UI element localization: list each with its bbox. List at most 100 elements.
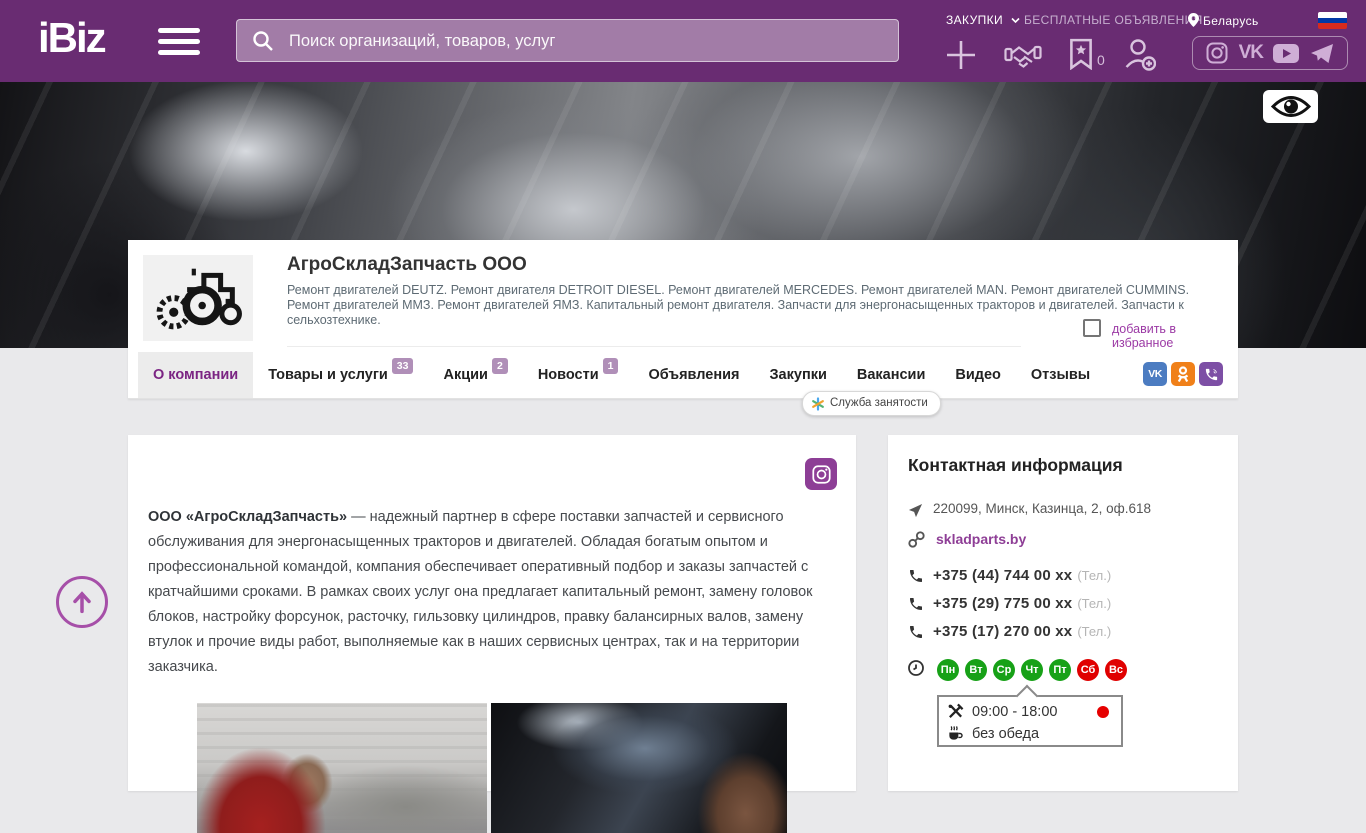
day-tue[interactable]: Вт bbox=[965, 659, 987, 681]
favorite-checkbox[interactable] bbox=[1083, 319, 1101, 337]
gallery-photo-mechanic-red[interactable] bbox=[197, 703, 487, 833]
viber-icon[interactable] bbox=[1199, 362, 1223, 386]
about-body: — надежный партнер в сфере поставки запч… bbox=[148, 509, 813, 675]
company-logo bbox=[143, 255, 253, 341]
tab-badge: 33 bbox=[391, 358, 414, 374]
purchases-label: ЗАКУПКИ bbox=[946, 13, 1004, 27]
tab-video[interactable]: Видео bbox=[940, 352, 1016, 398]
tab-label: Объявления bbox=[648, 367, 740, 383]
tab-label: Вакансии bbox=[856, 367, 926, 383]
tab-promotions[interactable]: Акции 2 bbox=[428, 352, 522, 398]
language-flag-russia[interactable] bbox=[1318, 12, 1347, 29]
search-input[interactable] bbox=[287, 20, 886, 63]
visibility-eye-icon[interactable] bbox=[1263, 90, 1318, 123]
phone-icon bbox=[910, 570, 922, 582]
divider bbox=[287, 346, 1021, 347]
location-pin-icon bbox=[1188, 13, 1199, 27]
contact-card: Контактная информация 220099, Минск, Каз… bbox=[888, 435, 1238, 791]
gallery bbox=[128, 703, 856, 833]
employment-service-icon bbox=[812, 397, 824, 411]
company-social-links: VK bbox=[1143, 362, 1223, 386]
phone-icon bbox=[910, 626, 922, 638]
clock-icon bbox=[908, 660, 924, 676]
user-add-icon[interactable] bbox=[1124, 38, 1157, 76]
instagram-icon[interactable] bbox=[1206, 42, 1228, 64]
handshake-icon[interactable] bbox=[1004, 40, 1042, 75]
address-arrow-icon bbox=[908, 503, 923, 518]
about-section: ООО «АгроСкладЗапчасть» — надежный партн… bbox=[128, 435, 856, 833]
favorites-count: 0 bbox=[1097, 52, 1105, 68]
hours-row: 09:00 - 18:00 bbox=[947, 703, 1057, 720]
employment-service-tooltip: Служба занятости bbox=[802, 391, 941, 416]
tab-label: О компании bbox=[153, 367, 239, 383]
tab-label: Акции bbox=[443, 367, 488, 383]
tab-label: Новости bbox=[537, 367, 599, 383]
instagram-icon[interactable] bbox=[805, 458, 837, 490]
odnoklassniki-icon[interactable] bbox=[1171, 362, 1195, 386]
tooltip-label: Служба занятости bbox=[830, 397, 928, 409]
tab-badge: 2 bbox=[491, 358, 508, 374]
company-tabs: О компании Товары и услуги 33 Акции 2 Ново… bbox=[128, 352, 1238, 399]
lunch-row: без обеда bbox=[947, 725, 1039, 742]
country-label: Беларусь bbox=[1203, 14, 1259, 28]
about-lead: ООО «АгроСкладЗапчасть» bbox=[148, 509, 348, 525]
company-header-card: АгроСкладЗапчасть ООО Ремонт двигателей … bbox=[128, 240, 1238, 399]
phone-row: +375 (17) 270 00 xx (Тел.) bbox=[933, 623, 1111, 641]
day-sun[interactable]: Вс bbox=[1105, 659, 1127, 681]
day-thu[interactable]: Чт bbox=[1021, 659, 1043, 681]
tab-label: Видео bbox=[955, 367, 1001, 383]
scroll-top-button[interactable] bbox=[56, 576, 108, 628]
arrow-up-icon bbox=[73, 591, 91, 614]
day-wed[interactable]: Ср bbox=[993, 659, 1015, 681]
free-ads-link[interactable]: БЕСПЛАТНЫЕ ОБЪЯВЛЕНИЯ bbox=[1024, 13, 1203, 27]
phone-number[interactable]: +375 (17) 270 00 xx bbox=[933, 623, 1072, 640]
phone-row: +375 (29) 775 00 xx (Тел.) bbox=[933, 595, 1111, 613]
day-fri[interactable]: Пт bbox=[1049, 659, 1071, 681]
contact-title: Контактная информация bbox=[908, 455, 1123, 475]
tab-news[interactable]: Новости 1 bbox=[523, 352, 634, 398]
website-link[interactable]: skladparts.by bbox=[936, 531, 1026, 547]
tab-label: Товары и услуги bbox=[268, 367, 388, 383]
phone-icon bbox=[910, 598, 922, 610]
tab-reviews[interactable]: Отзывы bbox=[1016, 352, 1105, 398]
about-text: ООО «АгроСкладЗапчасть» — надежный партн… bbox=[148, 505, 840, 680]
schedule-popover: 09:00 - 18:00 без обеда bbox=[937, 684, 1123, 747]
tab-label: Отзывы bbox=[1030, 367, 1091, 383]
tools-icon bbox=[948, 703, 964, 718]
phone-type: (Тел.) bbox=[1077, 596, 1112, 611]
tab-about[interactable]: О компании bbox=[138, 352, 254, 398]
tab-badge: 1 bbox=[602, 358, 619, 374]
address-text: 220099, Минск, Казинца, 2, оф.618 bbox=[933, 501, 1151, 516]
day-mon[interactable]: Пн bbox=[937, 659, 959, 681]
site-logo[interactable]: iBiz bbox=[38, 14, 107, 62]
phone-row: +375 (44) 744 00 xx (Тел.) bbox=[933, 567, 1111, 585]
tab-products[interactable]: Товары и услуги 33 bbox=[253, 352, 428, 398]
favorites-bookmark-icon[interactable] bbox=[1068, 38, 1094, 75]
top-header: iBiz ЗАКУПКИ БЕСПЛАТНЫЕ ОБЪЯВЛЕНИЯ Белар… bbox=[0, 0, 1366, 82]
phone-type: (Тел.) bbox=[1077, 624, 1112, 639]
country-selector[interactable]: Беларусь bbox=[1188, 13, 1259, 28]
hours-text: 09:00 - 18:00 bbox=[972, 703, 1058, 720]
coffee-icon bbox=[949, 726, 963, 740]
youtube-icon[interactable] bbox=[1273, 43, 1300, 63]
work-days: Пн Вт Ср Чт Пт Сб Вс bbox=[937, 659, 1127, 681]
header-social-links: VK bbox=[1192, 36, 1348, 70]
phone-type: (Тел.) bbox=[1077, 568, 1112, 583]
tractor-gear-icon bbox=[156, 268, 242, 330]
phone-number[interactable]: +375 (29) 775 00 xx bbox=[933, 595, 1072, 612]
purchases-menu[interactable]: ЗАКУПКИ bbox=[946, 13, 1020, 27]
tab-label: Закупки bbox=[769, 367, 827, 383]
menu-icon[interactable] bbox=[158, 28, 200, 55]
add-favorite-label[interactable]: добавить в избранное bbox=[1112, 322, 1238, 350]
search-icon bbox=[253, 31, 273, 51]
chevron-down-icon bbox=[1011, 17, 1020, 24]
day-sat[interactable]: Сб bbox=[1077, 659, 1099, 681]
vk-icon[interactable]: VK bbox=[1239, 42, 1264, 64]
telegram-icon[interactable] bbox=[1310, 43, 1334, 64]
phone-number[interactable]: +375 (44) 744 00 xx bbox=[933, 567, 1072, 584]
add-company-icon[interactable] bbox=[946, 40, 976, 75]
company-name: АгроСкладЗапчасть ООО bbox=[287, 254, 527, 275]
gallery-photo-engine-bay[interactable] bbox=[491, 703, 787, 833]
vk-icon[interactable]: VK bbox=[1143, 362, 1167, 386]
tab-ads[interactable]: Объявления bbox=[633, 352, 754, 398]
